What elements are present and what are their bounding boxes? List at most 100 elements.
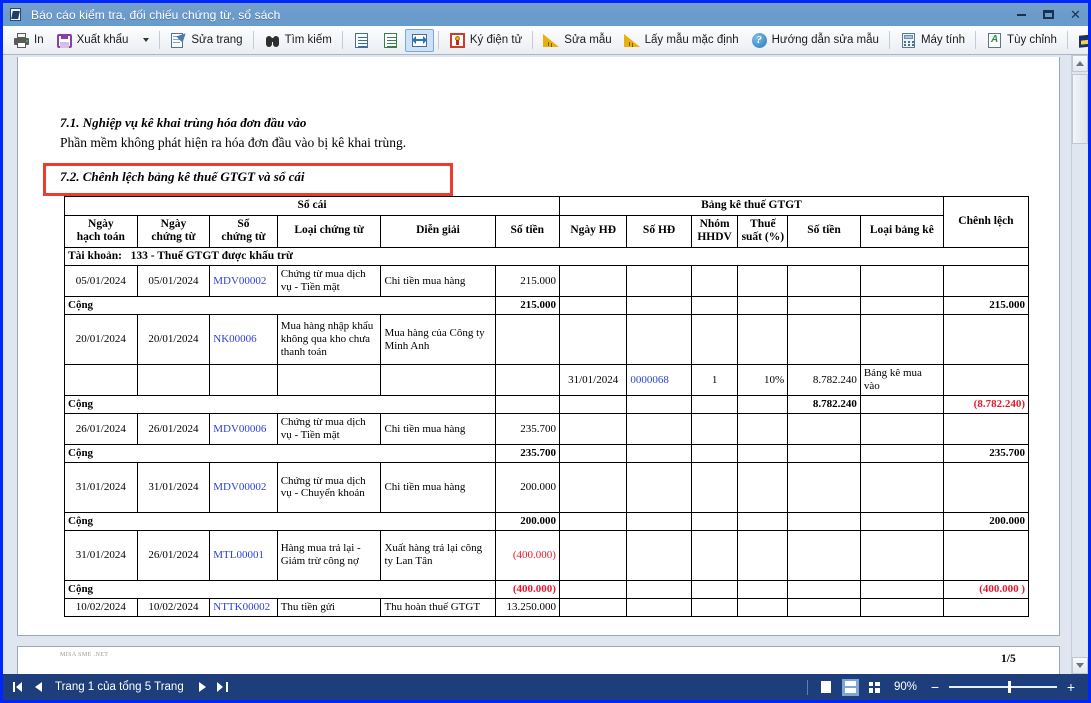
fit-width-button[interactable] xyxy=(404,28,434,52)
zoom-slider[interactable] xyxy=(949,681,1057,693)
last-page-button[interactable] xyxy=(212,677,232,697)
table-total-row: Cộng 200.000 200.000 xyxy=(64,511,1030,531)
cell-dien-giai: Chi tiền mua hàng xyxy=(380,413,496,445)
cell-thue-suat xyxy=(737,265,789,298)
cell-loai-bang-ke xyxy=(859,461,944,513)
total-blank-so-hd xyxy=(626,296,692,316)
page-scroll-container[interactable]: 7.1. Nghiệp vụ kê khai trùng hóa đơn đầu… xyxy=(3,55,1071,674)
cell-so-hd[interactable] xyxy=(626,461,692,513)
scrollbar-thumb[interactable] xyxy=(1072,74,1088,144)
cell-thue-suat xyxy=(737,413,789,445)
column-header-dien-giai: Diễn giải xyxy=(380,214,496,248)
cell-loai-bang-ke: Bảng kê mua vào xyxy=(859,364,944,397)
cell-chenh-lech xyxy=(942,461,1030,513)
continuous-layout-button[interactable] xyxy=(841,678,859,696)
scroll-down-button[interactable] xyxy=(1072,657,1088,674)
zoom-in-button[interactable]: + xyxy=(1064,680,1078,694)
customize-button[interactable]: A Tùy chỉnh xyxy=(980,29,1063,52)
table-total-row: Cộng 235.700 235.700 xyxy=(64,444,1030,463)
cell-chenh-lech xyxy=(942,314,1030,366)
scroll-up-button[interactable] xyxy=(1072,55,1088,72)
status-bar: Trang 1 của tổng 5 Trang 90% − + xyxy=(3,674,1088,700)
cell-so-tien-declaration xyxy=(787,265,861,298)
first-page-button[interactable] xyxy=(9,677,29,697)
table-row: 31/01/2024 31/01/2024 MDV00002 Chứng từ mua… xyxy=(64,461,1030,513)
zoom-slider-thumb[interactable] xyxy=(1008,681,1011,693)
cell-so-hd[interactable] xyxy=(626,597,692,617)
hdr-line-2: suất (%) xyxy=(741,231,785,244)
cell-so-chung-tu[interactable]: MDV00002 xyxy=(209,265,278,298)
calculator-button[interactable]: Máy tính xyxy=(894,29,971,52)
cell-so-chung-tu[interactable]: NK00006 xyxy=(209,314,278,366)
single-page-layout-button[interactable] xyxy=(818,679,835,696)
total-blank-so-hd xyxy=(626,511,692,531)
total-amount-declaration xyxy=(787,579,861,599)
watermark-label: MISA SME .NET xyxy=(60,652,109,658)
cell-so-tien-declaration xyxy=(787,529,861,581)
table-row: 26/01/2024 26/01/2024 MDV00006 Chứng từ mua… xyxy=(64,413,1030,445)
export-label: Xuất khẩu xyxy=(76,34,129,46)
print-button[interactable]: In xyxy=(7,29,50,52)
cell-so-hd[interactable] xyxy=(626,529,692,581)
cell-ngay-hach-toan: 10/02/2024 xyxy=(64,597,138,617)
next-page-button[interactable] xyxy=(192,677,212,697)
toolbar-separator xyxy=(532,31,534,49)
export-button[interactable]: Xuất khẩu xyxy=(50,29,135,52)
chevron-down-icon xyxy=(1076,663,1084,668)
background-image-button[interactable]: Thêm hình nền xyxy=(1072,29,1088,52)
cell-so-tien-declaration xyxy=(787,314,861,366)
cell-loai-chung-tu: Chứng từ mua dịch vụ - Tiền mặt xyxy=(276,265,382,298)
account-value: 133 - Thuế GTGT được khấu trừ xyxy=(130,249,293,262)
template-help-button[interactable]: ? Hướng dẫn sửa mẫu xyxy=(745,29,885,52)
total-blank-so-hd xyxy=(626,444,692,463)
edit-page-button[interactable]: Sửa trang xyxy=(164,29,248,52)
default-template-button[interactable]: Lấy mẫu mặc định xyxy=(618,29,745,52)
minimize-button[interactable] xyxy=(1013,6,1030,23)
page-view-button[interactable] xyxy=(347,29,376,52)
cell-so-chung-tu[interactable]: MDV00002 xyxy=(209,461,278,513)
cell-loai-chung-tu: Mua hàng nhập khẩu không qua kho chưa th… xyxy=(276,314,382,366)
cell-chenh-lech xyxy=(942,597,1030,617)
hdr-line-1: Nhóm xyxy=(699,217,730,230)
cell-nhom-hhdv xyxy=(690,413,739,445)
cell-so-chung-tu[interactable]: MDV00006 xyxy=(209,413,278,445)
cell-so-chung-tu[interactable]: MTL00001 xyxy=(209,529,278,581)
zoom-out-button[interactable]: − xyxy=(928,680,942,694)
cell-ngay-hd xyxy=(558,314,628,366)
total-difference: (400.000 ) xyxy=(942,579,1030,599)
maximize-button[interactable] xyxy=(1040,6,1057,23)
close-button[interactable]: ✕ xyxy=(1067,6,1084,23)
export-dropdown-button[interactable] xyxy=(134,29,155,52)
grid-layout-button[interactable] xyxy=(866,679,883,696)
cell-so-chung-tu[interactable] xyxy=(209,364,278,397)
prev-page-button[interactable] xyxy=(29,677,49,697)
search-button[interactable]: Tìm kiếm xyxy=(258,29,338,52)
total-amount-ledger: 200.000 xyxy=(494,511,560,531)
close-icon: ✕ xyxy=(1070,7,1081,22)
total-blank-ngay-hd xyxy=(558,511,628,531)
last-page-icon xyxy=(216,681,228,693)
table-total-row: Cộng 8.782.240 (8.782.240) xyxy=(64,395,1030,415)
cell-so-hd[interactable] xyxy=(626,265,692,298)
cell-ngay-chung-tu xyxy=(136,364,211,397)
vertical-scrollbar[interactable] xyxy=(1071,55,1088,674)
cell-so-hd[interactable] xyxy=(626,314,692,366)
total-label-cell: Cộng xyxy=(64,511,496,531)
cell-dien-giai: Chi tiền mua hàng xyxy=(380,265,496,298)
digital-signature-button[interactable]: Ký điện tử xyxy=(443,29,528,52)
group-header-so-cai: Sổ cái xyxy=(64,196,560,216)
cell-so-hd[interactable]: 0000068 xyxy=(626,364,692,397)
cell-so-tien-ledger: 215.000 xyxy=(494,265,560,298)
edit-template-button[interactable]: Sửa mẫu xyxy=(537,29,617,52)
total-amount-declaration xyxy=(787,444,861,463)
continuous-view-button[interactable] xyxy=(376,29,405,52)
status-separator xyxy=(806,679,808,695)
cell-loai-chung-tu: Chứng từ mua dịch vụ - Chuyển khoản xyxy=(276,461,382,513)
reconciliation-table: Sổ cái Bảng kê thuế GTGT Chênh lệch Ngày… xyxy=(64,196,1030,617)
column-header-so-tien-so-cai: Số tiền xyxy=(494,214,560,248)
cell-so-chung-tu[interactable]: NTTK00002 xyxy=(209,597,278,617)
cell-so-hd[interactable] xyxy=(626,413,692,445)
table-row: 31/01/2024 26/01/2024 MTL00001 Hàng mua trả… xyxy=(64,529,1030,581)
cell-dien-giai: Mua hàng của Công ty Minh Anh xyxy=(380,314,496,366)
total-blank-nhom xyxy=(690,395,739,415)
